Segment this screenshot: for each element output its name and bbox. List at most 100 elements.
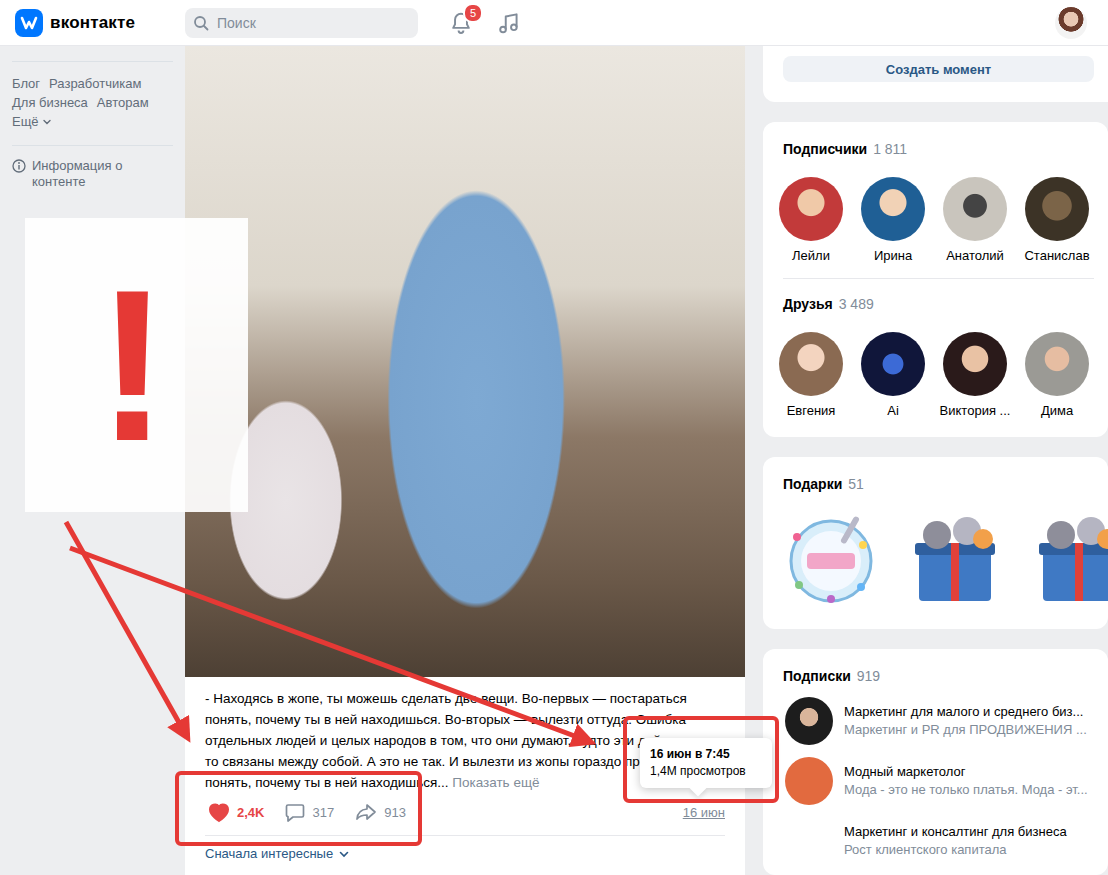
cake-gift-icon[interactable] [783, 507, 879, 607]
subscription-title[interactable]: Маркетинг для малого и среднего биз... [844, 703, 1087, 721]
subscription-subtitle: Маркетинг и PR для ПРОДВИЖЕНИЯ ... [844, 721, 1087, 739]
subscriptions-title[interactable]: Подписки 919 [763, 667, 1108, 685]
annotation-arrows [0, 0, 1108, 875]
friends-list: Евгения Ai Виктория ... Дима [763, 313, 1108, 419]
more-label[interactable]: Ещё [12, 113, 39, 131]
person-avatar[interactable] [943, 177, 1007, 241]
person-avatar[interactable] [1025, 332, 1089, 396]
person-name[interactable]: Анатолий [946, 247, 1004, 264]
top-bar: вконтакте 5 [0, 0, 1108, 46]
chevron-down-icon[interactable] [42, 117, 52, 127]
person-item[interactable]: Ирина [857, 177, 929, 264]
person-name[interactable]: Станислав [1024, 247, 1089, 264]
comments-sort[interactable]: Сначала интересные [185, 836, 745, 871]
person-item[interactable]: Лейли [775, 177, 847, 264]
share-icon[interactable] [354, 801, 378, 823]
subscription-avatar[interactable] [785, 697, 833, 745]
create-moment-label[interactable]: Создать момент [886, 62, 991, 77]
like-button[interactable]: 2,4K [207, 801, 264, 823]
content-info-link[interactable]: Информация о контенте [12, 146, 173, 190]
person-item[interactable]: Евгения [775, 332, 847, 419]
notifications-button[interactable]: 5 [448, 10, 474, 36]
gifts-count: 51 [848, 476, 864, 492]
subscription-subtitle: Мода - это не только платья. Мода - эт..… [844, 781, 1088, 799]
annotation-mark: ! [97, 258, 177, 473]
person-avatar[interactable] [779, 332, 843, 396]
person-avatar[interactable] [861, 332, 925, 396]
subscription-avatar[interactable] [785, 757, 833, 805]
subscription-text: Маркетинг для малого и среднего биз...Ма… [844, 703, 1087, 739]
followers-label[interactable]: Подписчики [783, 141, 867, 157]
annotation-box: ! [25, 218, 248, 512]
comment-count: 317 [312, 805, 334, 820]
person-name[interactable]: Ai [887, 402, 899, 419]
content-info-text[interactable]: Информация о контенте [32, 158, 173, 190]
footer-link[interactable]: Блог [12, 75, 40, 93]
subscription-title[interactable]: Маркетинг и консалтинг для бизнеса [844, 823, 1067, 841]
gifts-card: Подарки 51 [763, 457, 1108, 629]
subscriptions-card: Подписки 919 Маркетинг для малого и средн… [763, 649, 1108, 875]
footer-link[interactable]: Разработчикам [49, 75, 141, 93]
create-moment-button[interactable]: Создать момент [783, 56, 1094, 82]
footer-links: Блог РазработчикамДля бизнеса Авторам Ещё [12, 62, 173, 145]
share-count: 913 [384, 805, 406, 820]
gifts-title[interactable]: Подарки 51 [763, 475, 1108, 493]
person-name[interactable]: Ирина [874, 247, 912, 264]
search-field[interactable] [185, 8, 418, 38]
subscription-avatar[interactable] [785, 817, 833, 865]
subscriptions-count: 919 [857, 668, 880, 684]
views-tooltip: 16 июн в 7:45 1,4M просмотров [640, 738, 772, 788]
comment-icon[interactable] [284, 801, 306, 823]
subscription-item[interactable]: Модный маркетологМода - это не только пл… [763, 757, 1108, 805]
sort-label[interactable]: Сначала интересные [205, 846, 333, 861]
person-avatar[interactable] [779, 177, 843, 241]
person-item[interactable]: Станислав [1021, 177, 1093, 264]
footer-link[interactable]: Авторам [97, 94, 149, 112]
subscription-title[interactable]: Модный маркетолог [844, 763, 1088, 781]
vk-logo-icon[interactable] [15, 9, 43, 37]
subscriptions-label[interactable]: Подписки [783, 668, 851, 684]
box-gift-icon[interactable] [1031, 507, 1108, 607]
person-name[interactable]: Дима [1041, 402, 1073, 419]
music-icon[interactable] [496, 10, 522, 36]
chevron-down-icon[interactable] [338, 848, 350, 860]
subscription-subtitle: Рост клиентского капитала [844, 841, 1067, 859]
post-date[interactable]: 16 июн [683, 805, 725, 820]
post-photo[interactable] [185, 46, 745, 677]
person-name[interactable]: Евгения [787, 402, 836, 419]
person-name[interactable]: Лейли [792, 247, 830, 264]
subscription-text: Маркетинг и консалтинг для бизнесаРост к… [844, 823, 1067, 859]
person-avatar[interactable] [943, 332, 1007, 396]
profile-avatar[interactable] [1055, 7, 1087, 39]
person-name[interactable]: Виктория ... [940, 402, 1011, 419]
friends-label[interactable]: Друзья [783, 296, 833, 312]
box-gift-icon[interactable] [907, 507, 1003, 607]
subscription-item[interactable]: Маркетинг для малого и среднего биз...Ма… [763, 697, 1108, 745]
vk-logo[interactable]: вконтакте [0, 9, 185, 37]
search-icon [193, 15, 209, 31]
share-button[interactable]: 913 [354, 801, 406, 823]
people-separator [783, 278, 1094, 279]
person-item[interactable]: Ai [857, 332, 929, 419]
heart-icon[interactable] [207, 801, 231, 823]
footer-link[interactable]: Для бизнеса [12, 94, 88, 112]
logo-text[interactable]: вконтакте [50, 13, 135, 33]
person-avatar[interactable] [1025, 177, 1089, 241]
subscription-item[interactable]: Маркетинг и консалтинг для бизнесаРост к… [763, 817, 1108, 865]
show-more-link[interactable]: Показать ещё [452, 775, 539, 790]
arrow-to-stats [66, 522, 186, 735]
person-item[interactable]: Дима [1021, 332, 1093, 419]
stats-highlight [175, 771, 422, 846]
search-input[interactable] [215, 14, 410, 32]
followers-count: 1 811 [873, 141, 907, 157]
followers-title[interactable]: Подписчики 1 811 [763, 140, 1108, 158]
post-actions: 2,4K 317 913 16 июн [185, 793, 745, 831]
person-avatar[interactable] [861, 177, 925, 241]
more-menu[interactable]: Ещё [12, 113, 52, 131]
vk-page: вконтакте 5 Блог РазработчикамДля бизнеса… [0, 0, 1108, 875]
person-item[interactable]: Виктория ... [939, 332, 1011, 419]
person-item[interactable]: Анатолий [939, 177, 1011, 264]
comment-button[interactable]: 317 [284, 801, 334, 823]
gifts-label[interactable]: Подарки [783, 476, 842, 492]
friends-title[interactable]: Друзья3 489 [763, 295, 1108, 313]
